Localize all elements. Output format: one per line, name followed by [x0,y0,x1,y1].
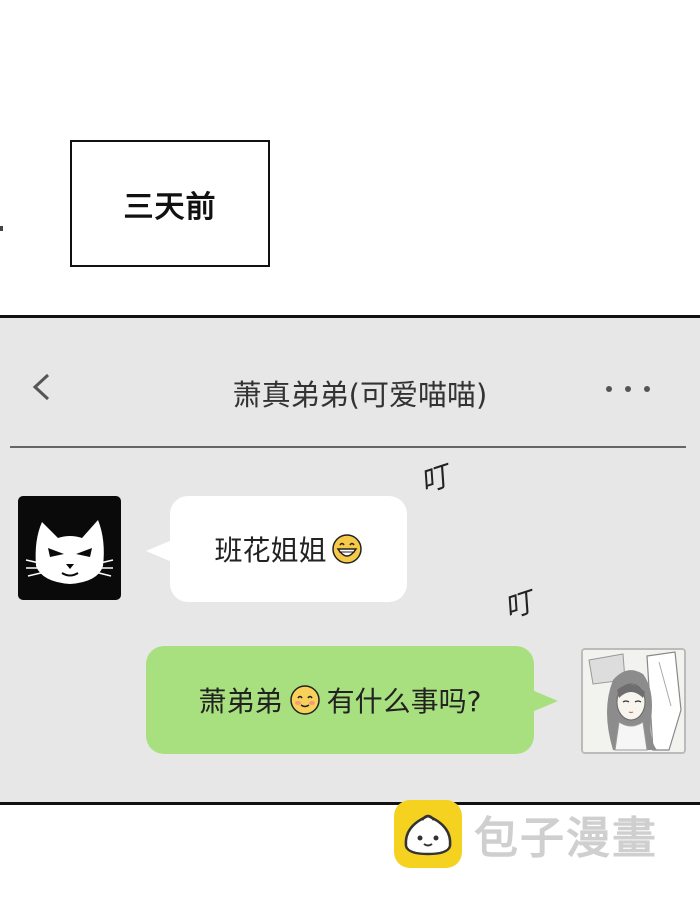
girl-avatar-icon [583,650,684,752]
message-text: 有什么事吗? [326,685,482,718]
grinning-face-icon [331,534,362,564]
chat-title: 萧真弟弟(可爱喵喵) [232,378,488,412]
avatar[interactable] [581,648,686,754]
edge-mark [0,226,3,231]
ellipsis-icon[interactable] [606,382,650,396]
message-bubble-outgoing[interactable]: 萧弟弟 有什么事吗? [146,646,558,754]
watermark-text: 包子漫畫 [474,813,658,864]
bun-logo-icon [394,800,462,868]
avatar[interactable] [18,496,121,600]
message-text: 班花姐姐 [214,534,327,567]
cat-avatar-icon [25,520,114,584]
header-divider [10,446,686,448]
chevron-left-icon[interactable] [24,370,58,404]
chat-header: 萧真弟弟(可爱喵喵) [0,318,700,448]
sound-effect: 叮 [416,459,453,500]
smiling-face-icon [289,685,320,715]
sound-effect: 叮 [500,585,537,626]
message-text: 萧弟弟 [198,685,283,718]
watermark: 包子漫畫 [392,796,692,872]
time-caption-box: 三天前 [70,140,270,267]
time-caption: 三天前 [123,189,217,225]
chat-screen: 萧真弟弟(可爱喵喵) 班花姐姐 叮 叮 萧弟弟 有什么事吗? [0,315,700,805]
message-bubble-incoming[interactable]: 班花姐姐 [146,496,407,602]
